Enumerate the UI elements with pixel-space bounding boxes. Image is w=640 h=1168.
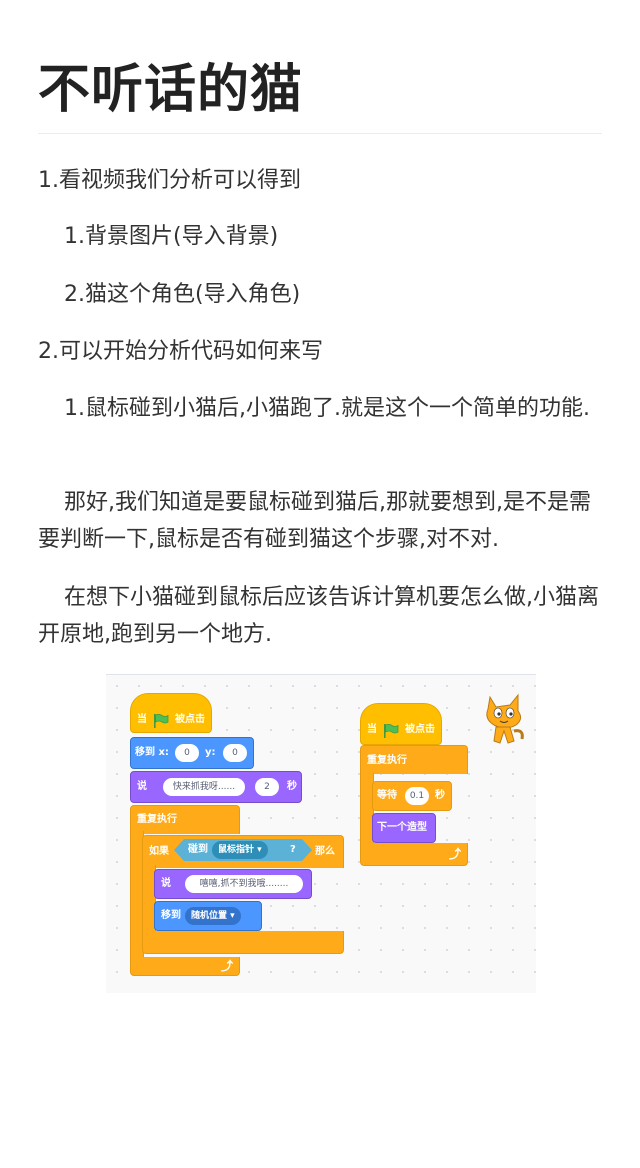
say2-label: 说 xyxy=(161,878,171,889)
forever-block-top: 重复执行 xyxy=(130,805,240,834)
when-flag-clicked-block-2: 当 被点击 xyxy=(360,703,442,745)
paragraph-1: 1.看视频我们分析可以得到 xyxy=(38,168,301,193)
forever-block-top-2: 重复执行 xyxy=(360,745,468,774)
say-secs-input: 2 xyxy=(255,778,279,796)
paragraph-5: 1.鼠标碰到小猫后,小猫跑了.就是这个一个简单的功能. xyxy=(64,396,590,421)
green-flag-icon-2 xyxy=(384,724,399,738)
forever-block-bottom-2: ⤴ xyxy=(360,843,468,866)
green-flag-icon xyxy=(154,714,169,728)
touching-target-text: 鼠标指针 xyxy=(218,845,255,855)
paragraph-2: 1.背景图片(导入背景) xyxy=(64,224,279,249)
touching-label: 碰到 xyxy=(188,844,208,855)
clicked-label-2: 被点击 xyxy=(405,724,435,735)
forever-label-2: 重复执行 xyxy=(367,755,407,766)
then-label: 那么 xyxy=(315,846,335,857)
cat-sprite-icon xyxy=(486,693,524,744)
title-divider xyxy=(38,133,602,134)
scratch-code-screenshot: 当 被点击 移到 x: 0 y: 0 说 快来抓我呀...... 2 秒 重复执… xyxy=(106,674,536,993)
when-flag-clicked-block: 当 被点击 xyxy=(130,693,212,733)
forever-label: 重复执行 xyxy=(137,814,177,825)
paragraph-3: 2.猫这个角色(导入角色) xyxy=(64,282,301,307)
wait-secs-input: 0.1 xyxy=(405,787,429,805)
say-block: 说 嘻嘻,抓不到我哦........ xyxy=(154,869,312,899)
if-label: 如果 xyxy=(149,846,169,857)
forever-block-bottom: ⤴ xyxy=(130,957,240,976)
goto-y-label: y: xyxy=(205,747,216,758)
next-costume-label: 下一个造型 xyxy=(377,822,427,833)
when-label-2: 当 xyxy=(367,724,377,735)
secs-label: 秒 xyxy=(287,781,297,792)
say-text-input: 快来抓我呀...... xyxy=(163,778,245,796)
next-costume-block: 下一个造型 xyxy=(372,813,436,843)
wait-secs-label: 秒 xyxy=(435,790,445,801)
goto-xy-block: 移到 x: 0 y: 0 xyxy=(130,737,254,769)
say2-text-input: 嘻嘻,抓不到我哦........ xyxy=(185,875,303,893)
article-page: 不听话的猫 1.看视频我们分析可以得到 1.背景图片(导入背景) 2.猫这个角色… xyxy=(0,0,640,1168)
article-title: 不听话的猫 xyxy=(38,60,304,120)
question-mark: ? xyxy=(290,844,296,855)
goto-random-block: 移到 随机位置 ▾ xyxy=(154,901,262,931)
loop-arrow-icon: ⤴ xyxy=(221,959,234,973)
goto-label: 移到 xyxy=(161,910,181,921)
paragraph-6: 那好,我们知道是要鼠标碰到猫后,那就要想到,是不是需要判断一下,鼠标是否有碰到猫… xyxy=(38,490,591,552)
goto-target-dropdown: 随机位置 ▾ xyxy=(185,907,241,925)
say-label: 说 xyxy=(137,781,147,792)
wait-label: 等待 xyxy=(377,790,397,801)
touching-target-dropdown: 鼠标指针 ▾ xyxy=(212,841,268,859)
if-block-bottom xyxy=(142,931,344,954)
touching-mouse-block: 碰到 鼠标指针 ▾ ? xyxy=(174,839,312,861)
goto-xy-label: 移到 x: xyxy=(135,747,169,758)
goto-x-input: 0 xyxy=(175,744,199,762)
goto-y-input: 0 xyxy=(223,744,247,762)
paragraph-7: 在想下小猫碰到鼠标后应该告诉计算机要怎么做,小猫离开原地,跑到另一个地方. xyxy=(38,585,599,647)
wait-block: 等待 0.1 秒 xyxy=(372,781,452,811)
paragraph-4: 2.可以开始分析代码如何来写 xyxy=(38,339,323,364)
loop-arrow-icon-2: ⤴ xyxy=(449,847,462,861)
goto-target-text: 随机位置 xyxy=(191,911,228,921)
when-label: 当 xyxy=(137,714,147,725)
clicked-label: 被点击 xyxy=(175,714,205,725)
say-for-secs-block: 说 快来抓我呀...... 2 秒 xyxy=(130,771,302,803)
